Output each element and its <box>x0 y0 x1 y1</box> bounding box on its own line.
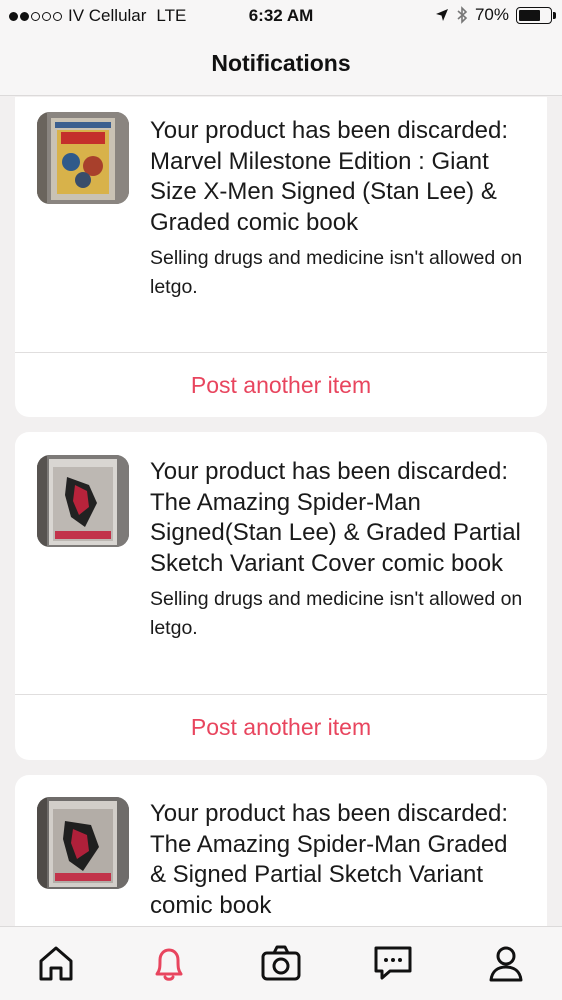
navigation-bar: Notifications <box>0 32 562 96</box>
bluetooth-icon <box>457 6 468 24</box>
notification-title: Your product has been discarded: Marvel … <box>150 117 509 236</box>
notifications-list[interactable]: Your product has been discarded: Marvel … <box>0 97 562 926</box>
notification-title: Your product has been discarded: The Ama… <box>150 458 521 577</box>
page-title: Notifications <box>211 50 351 76</box>
post-another-item-button[interactable]: Post another item <box>15 695 547 759</box>
battery-percent: 70% <box>474 5 509 24</box>
notification-card[interactable]: Your product has been discarded: The Ama… <box>15 432 547 760</box>
notification-card[interactable]: Your product has been discarded: Marvel … <box>15 97 547 417</box>
notification-reason: Selling drugs and medicine isn't allowed… <box>150 247 523 298</box>
location-arrow-icon <box>435 9 448 21</box>
tab-notifications[interactable] <box>147 941 191 985</box>
camera-icon <box>261 945 301 981</box>
tab-chats[interactable] <box>371 941 415 985</box>
notification-reason: Selling drugs and medicine isn't allowed… <box>150 588 523 639</box>
post-another-item-button[interactable]: Post another item <box>15 353 547 417</box>
bell-icon <box>155 948 183 981</box>
status-right: 70% <box>435 5 556 25</box>
battery-icon <box>516 6 556 24</box>
tab-home[interactable] <box>34 941 78 985</box>
tab-sell[interactable] <box>259 941 303 985</box>
notification-title: Your product has been discarded: The Ama… <box>150 800 509 919</box>
chat-icon <box>374 946 412 980</box>
profile-icon <box>489 946 523 982</box>
notification-card[interactable]: Your product has been discarded: The Ama… <box>15 775 547 926</box>
home-icon <box>39 946 73 981</box>
status-bar: IV Cellular LTE 6:32 AM 70% <box>0 0 562 32</box>
tab-profile[interactable] <box>484 941 528 985</box>
tab-bar <box>0 926 562 1000</box>
